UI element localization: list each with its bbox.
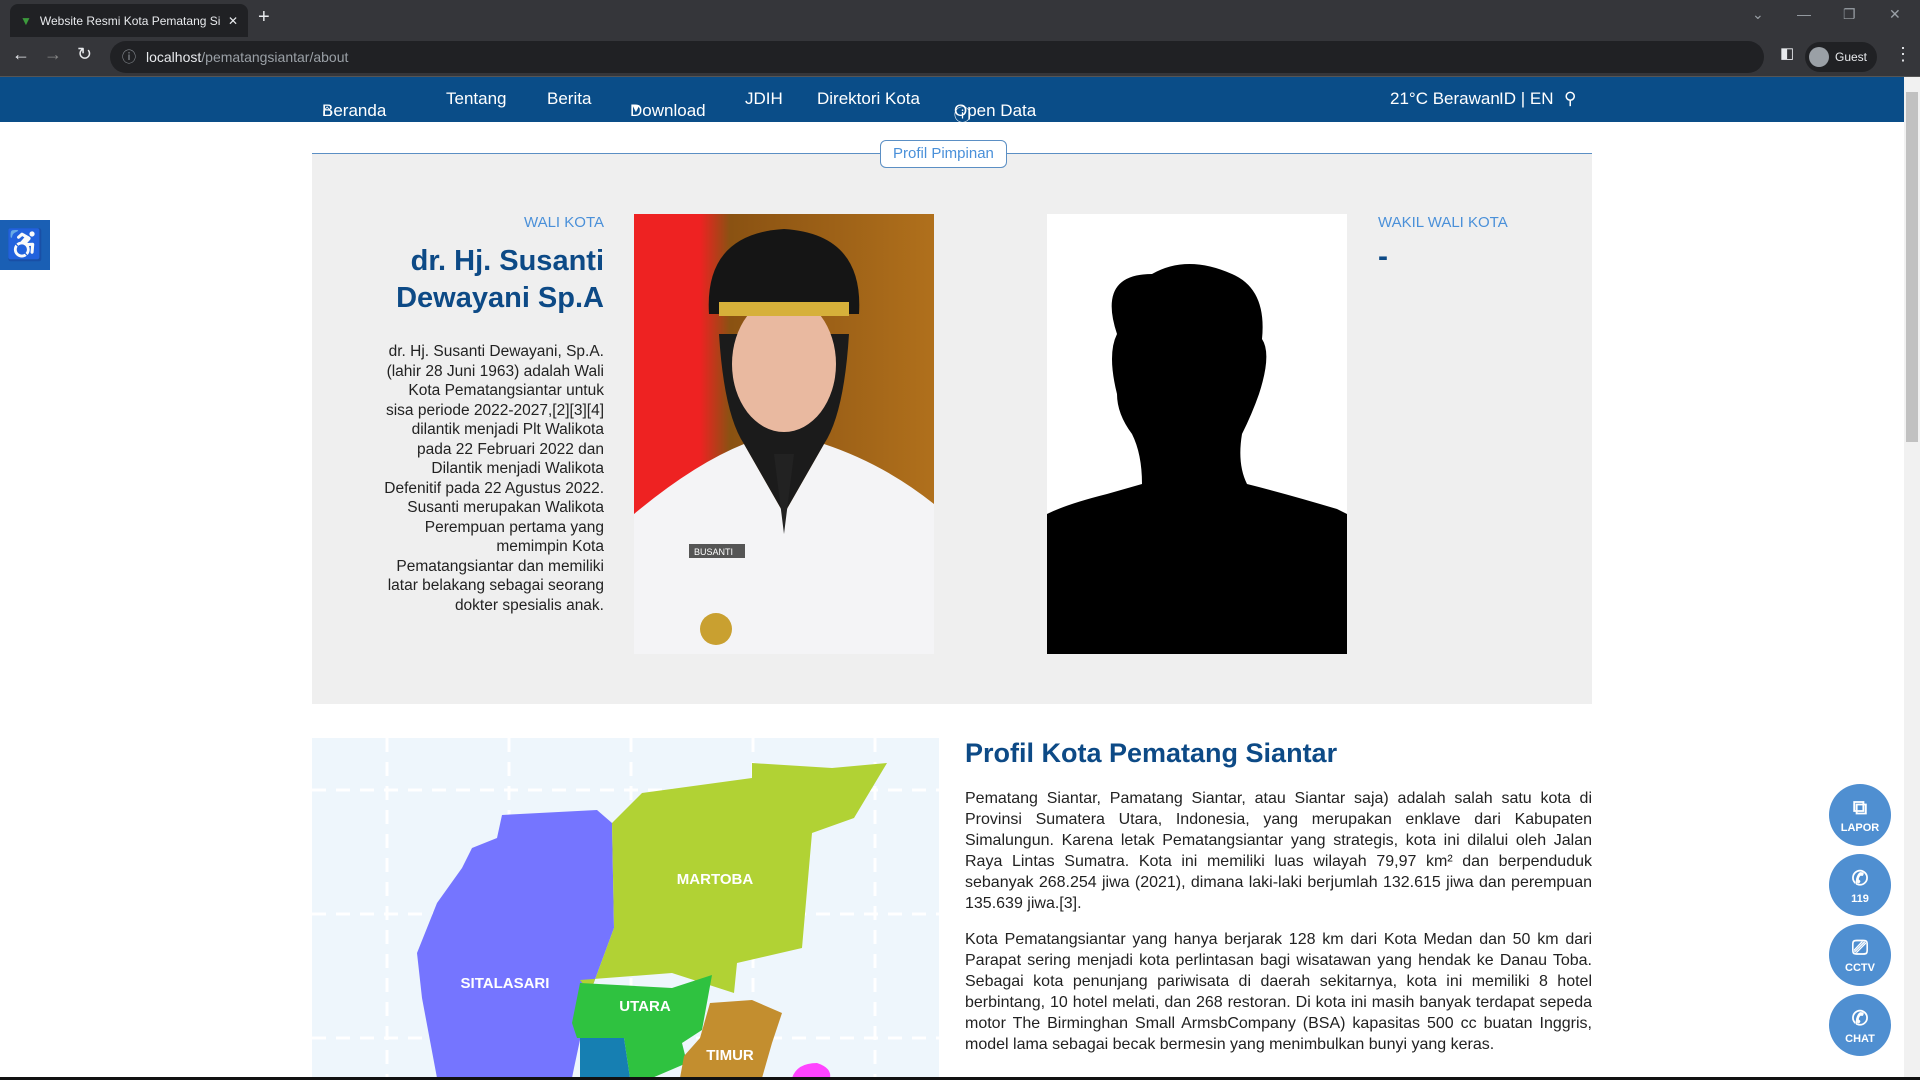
close-tab-icon[interactable]: ✕ bbox=[228, 14, 238, 28]
nav-tentang[interactable]: Tentang bbox=[446, 89, 507, 109]
name-tag: BUSANTI bbox=[694, 547, 733, 557]
browser-tab[interactable]: ▼ Website Resmi Kota Pematang Siantar ✕ bbox=[10, 4, 248, 37]
mayor-photo: BUSANTI bbox=[634, 214, 934, 654]
nav-label: Beranda bbox=[322, 101, 387, 120]
site-favicon-icon: ▼ bbox=[20, 13, 32, 28]
profile-label: Guest bbox=[1835, 50, 1868, 64]
vice-mayor-role: WAKIL WALI KOTA bbox=[1378, 214, 1508, 231]
browser-tab-bar bbox=[0, 0, 1920, 37]
back-icon[interactable]: ← bbox=[12, 44, 30, 65]
avatar bbox=[1809, 47, 1829, 67]
new-tab-button[interactable]: + bbox=[258, 6, 270, 29]
fab-label: 119 bbox=[1851, 892, 1869, 905]
fab-label: CHAT bbox=[1845, 1032, 1875, 1045]
close-window-button[interactable]: ✕ bbox=[1889, 6, 1901, 23]
scrollbar-thumb[interactable] bbox=[1906, 92, 1918, 442]
language-switch[interactable]: ID | EN bbox=[1499, 89, 1553, 109]
caret-down-icon: ▼ bbox=[630, 101, 642, 115]
profile-button[interactable]: Guest bbox=[1805, 42, 1878, 72]
nav-berita[interactable]: Berita bbox=[547, 89, 591, 109]
district-label-utara: UTARA bbox=[619, 998, 671, 1015]
fab-label: LAPOR bbox=[1840, 821, 1880, 834]
mayor-bio: dr. Hj. Susanti Dewayani, Sp.A. (lahir 2… bbox=[384, 343, 604, 614]
report-chat-icon: ⧉ bbox=[1852, 796, 1868, 819]
minimize-button[interactable]: — bbox=[1797, 6, 1811, 22]
tab-title: Website Resmi Kota Pematang Siantar bbox=[39, 13, 220, 28]
side-panel-icon[interactable]: ◧ bbox=[1780, 44, 1794, 62]
url-host: localhost bbox=[146, 49, 202, 65]
nav-jdih[interactable]: JDIH bbox=[745, 89, 783, 109]
restore-button[interactable]: ❐ bbox=[1843, 6, 1856, 23]
wheelchair-icon: ♿ bbox=[6, 228, 44, 262]
menu-icon[interactable]: ⋮ bbox=[1894, 44, 1912, 65]
emergency-119-button[interactable]: ✆ 119 bbox=[1829, 854, 1891, 916]
address-bar[interactable]: ⓘ localhost/pematangsiantar/about bbox=[110, 41, 1764, 73]
district-label-sitalasari: SITALASARI bbox=[461, 975, 550, 992]
accessibility-button[interactable]: ♿ bbox=[0, 220, 50, 270]
city-profile-paragraph-1: Pematang Siantar, Pamatang Siantar, atau… bbox=[965, 790, 1592, 912]
site-navbar: ⌂ Beranda Tentang Berita Download ▼ JDIH… bbox=[0, 77, 1904, 125]
district-label-martoba: MARTOBA bbox=[677, 871, 754, 888]
vice-mayor-name: - bbox=[1378, 240, 1388, 273]
city-profile-title: Profil Kota Pematang Siantar bbox=[965, 738, 1338, 768]
search-icon[interactable]: ⚲ bbox=[1564, 89, 1576, 109]
whatsapp-icon: ✆ bbox=[1851, 1007, 1869, 1030]
reload-icon[interactable]: ↻ bbox=[77, 44, 92, 65]
mayor-name: dr. Hj. Susanti Dewayani Sp.A bbox=[396, 245, 604, 314]
weather-text: 21°C Berawan bbox=[1390, 89, 1500, 108]
city-profile-paragraph-2: Kota Pematangsiantar yang hanya berjarak… bbox=[965, 931, 1592, 1053]
tab-search-icon[interactable]: ⌄ bbox=[1752, 6, 1764, 23]
mayor-role: WALI KOTA bbox=[523, 214, 604, 231]
nav-label: Open Data bbox=[954, 101, 1037, 120]
section-label: Profil Pimpinan bbox=[880, 140, 1007, 168]
url-path: /pematangsiantar/about bbox=[201, 49, 349, 65]
chat-button[interactable]: ✆ CHAT bbox=[1829, 994, 1891, 1056]
site-info-icon[interactable]: ⓘ bbox=[122, 47, 136, 67]
lapor-button[interactable]: ⧉ LAPOR bbox=[1829, 784, 1891, 846]
camera-icon: ⎚ bbox=[1852, 936, 1868, 959]
fab-label: CCTV bbox=[1845, 961, 1875, 974]
vice-mayor-photo-placeholder bbox=[1047, 214, 1347, 654]
city-map: MARTOBA SITALASARI UTARA TIMUR bbox=[312, 738, 939, 1078]
district-label-timur: TIMUR bbox=[706, 1047, 754, 1064]
nav-direktori-kota[interactable]: Direktori Kota bbox=[817, 89, 920, 109]
forward-icon[interactable]: → bbox=[44, 44, 62, 65]
phone-icon: ✆ bbox=[1851, 867, 1869, 890]
cctv-button[interactable]: ⎚ CCTV bbox=[1829, 924, 1891, 986]
